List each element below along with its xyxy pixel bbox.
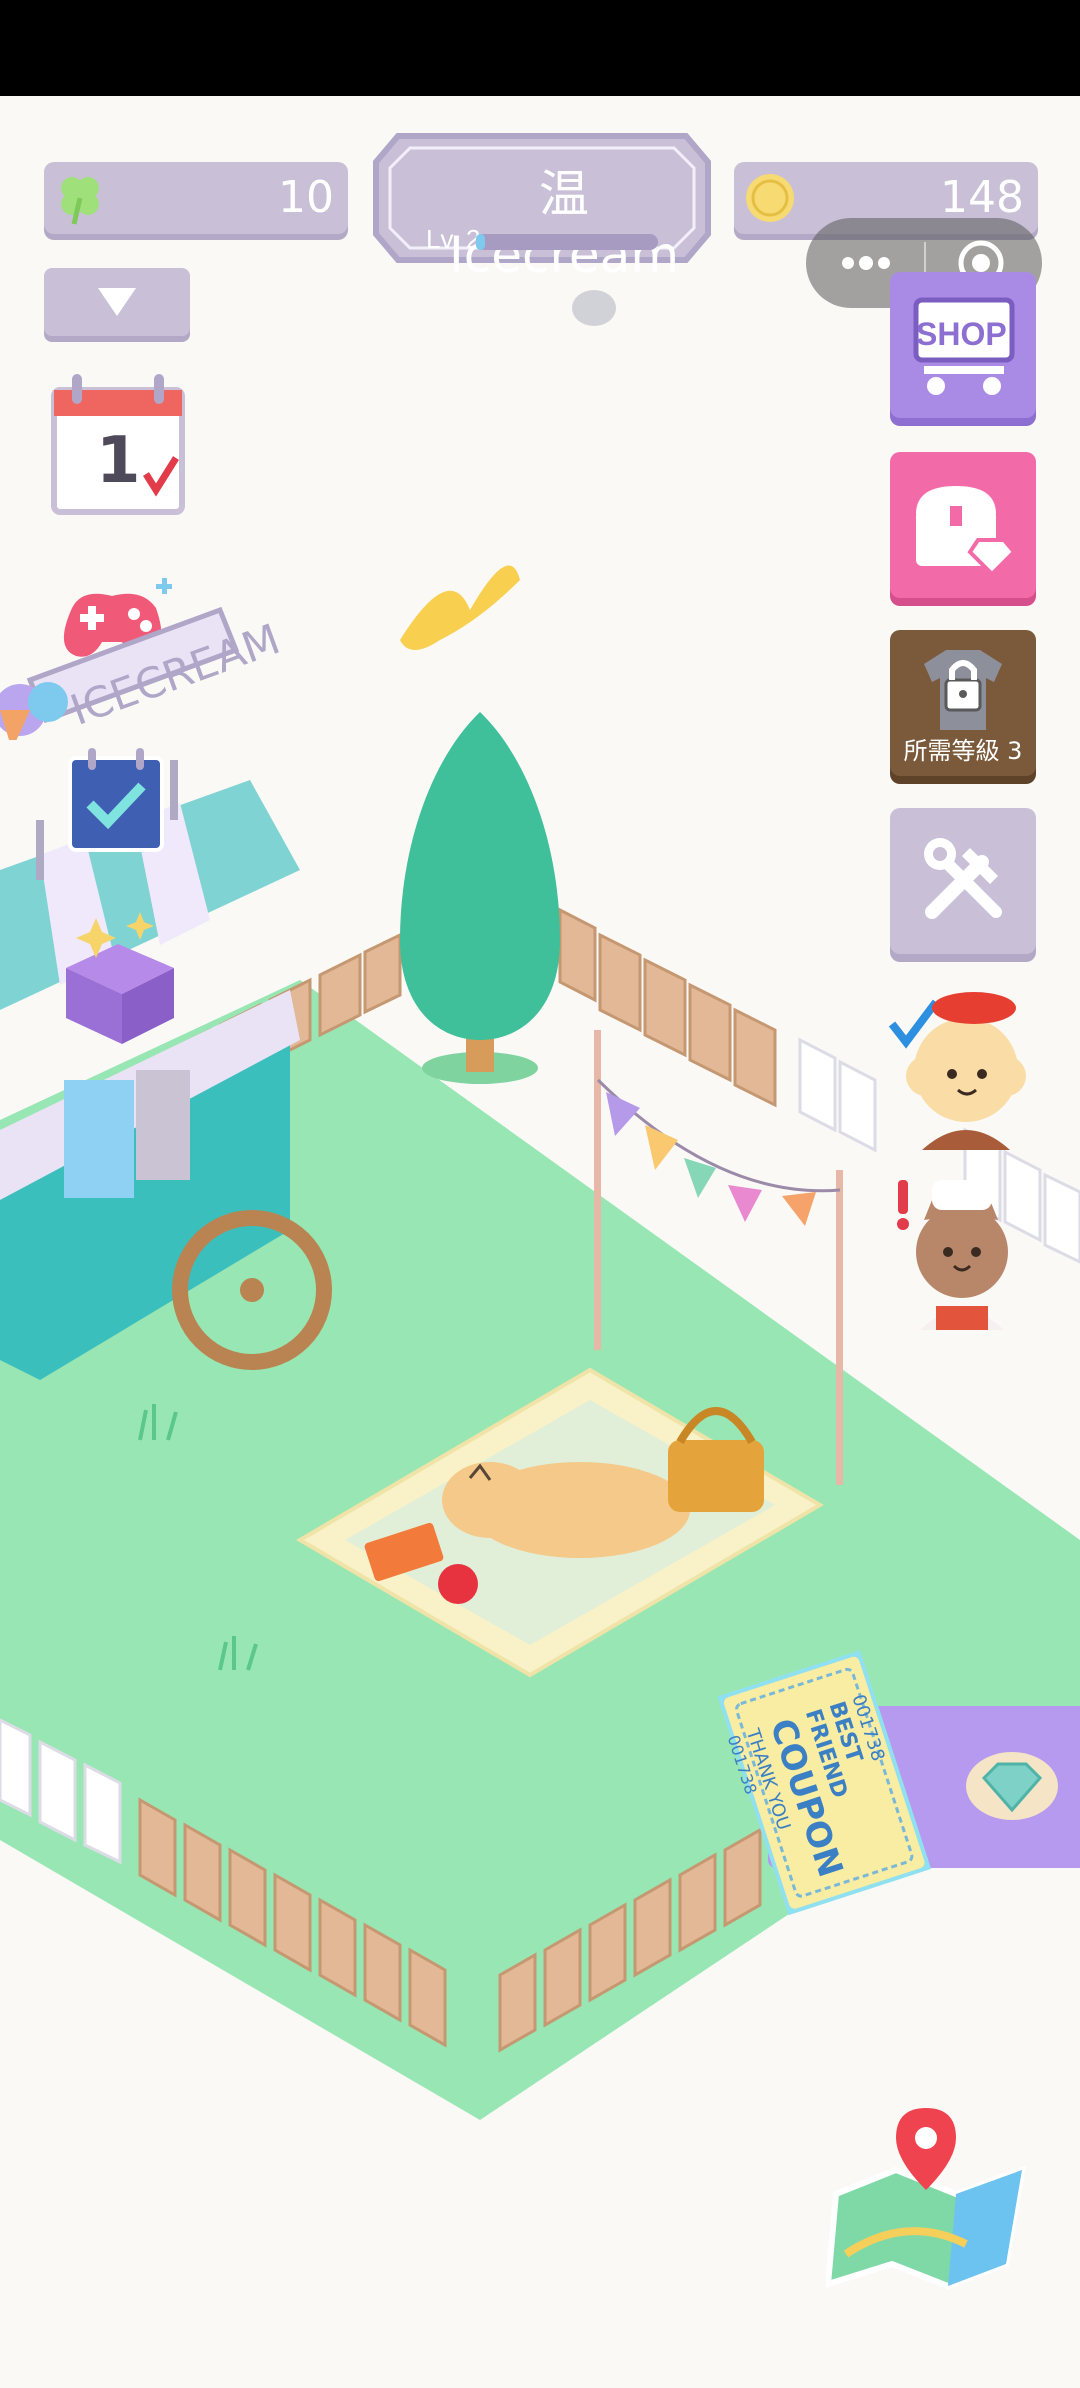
build-tools-button[interactable] <box>890 808 1036 954</box>
apple <box>438 1564 478 1604</box>
task-list-button[interactable] <box>66 748 166 859</box>
cart-sign: ICECREAM <box>0 590 286 750</box>
shop-button[interactable]: SHOP <box>890 272 1036 418</box>
coin-icon <box>744 172 796 229</box>
cat-customer[interactable] <box>896 1160 1026 1335</box>
locked-level-label: 所需等級 3 <box>903 737 1023 765</box>
dropdown-icon <box>92 282 142 327</box>
clover-count: 10 <box>278 172 334 223</box>
dropdown-button[interactable] <box>44 268 190 336</box>
calendar-day: 1 <box>96 424 141 498</box>
tools-icon <box>924 838 1002 919</box>
banana-peel <box>400 565 520 650</box>
gift-chest-icon <box>916 486 1017 576</box>
more-icon[interactable] <box>840 252 892 279</box>
pine-tree <box>400 712 560 1084</box>
locked-outfit-button[interactable]: 所需等級 3 <box>890 630 1036 776</box>
rock <box>572 290 616 326</box>
daily-calendar-button[interactable]: 1 <box>50 372 186 521</box>
map-button[interactable] <box>824 2104 1032 2295</box>
xp-bar-fill <box>476 234 486 250</box>
alert-icon <box>898 1180 908 1214</box>
coin-count: 148 <box>940 172 1024 223</box>
mystery-box-icon <box>66 912 174 1044</box>
map-icon <box>824 2108 1026 2290</box>
mystery-box-button[interactable] <box>56 908 186 1053</box>
clover-counter[interactable]: 10 <box>44 162 348 234</box>
gem-icon <box>964 1748 1060 1829</box>
xp-bar <box>476 234 658 250</box>
checklist-icon <box>68 748 164 852</box>
shop-label: SHOP <box>916 316 1007 352</box>
gift-chest-button[interactable] <box>890 452 1036 598</box>
locked-outfit-icon <box>924 650 1002 730</box>
player-name: 温 Icecream <box>448 165 680 284</box>
poodle-customer[interactable] <box>882 980 1032 1155</box>
level-label: Lv. 2 <box>426 224 481 254</box>
clover-icon <box>50 168 110 233</box>
back-fence-right <box>558 907 777 1108</box>
